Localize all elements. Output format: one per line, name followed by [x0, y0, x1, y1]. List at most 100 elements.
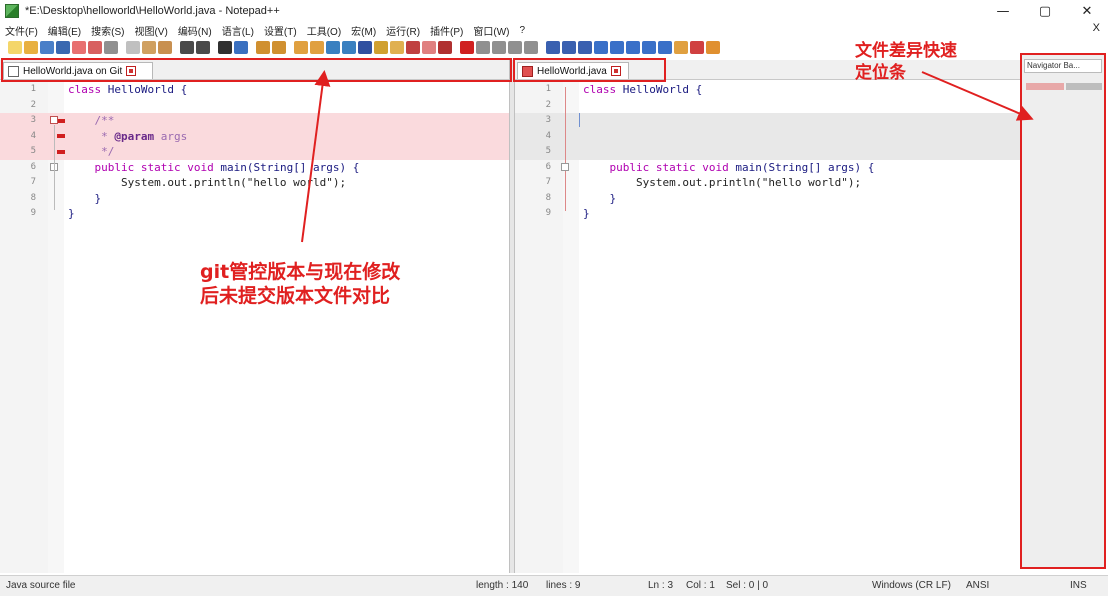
line-number: 1 [30, 84, 36, 94]
menu-tools[interactable]: 工具(O) [302, 23, 346, 38]
fold-toggle-icon[interactable] [50, 116, 58, 124]
play-macro-icon[interactable] [492, 40, 506, 54]
new-file-icon[interactable] [8, 40, 22, 54]
sync-h-icon[interactable] [310, 40, 324, 54]
settings-icon[interactable] [674, 40, 688, 54]
maximize-button[interactable]: ▢ [1024, 0, 1066, 22]
navigator-icon[interactable] [658, 40, 672, 54]
status-col: Col : 1 [686, 580, 715, 591]
line-number: 3 [545, 115, 551, 125]
code-line: 9 } [0, 206, 509, 222]
redo-icon[interactable] [196, 40, 210, 54]
copy-icon[interactable] [142, 40, 156, 54]
show-all-icon[interactable] [342, 40, 356, 54]
line-number: 4 [545, 130, 551, 141]
zoom-out-icon[interactable] [272, 40, 286, 54]
menu-edit[interactable]: 编辑(E) [43, 23, 86, 38]
code-text: * @param args [68, 129, 188, 143]
menu-window[interactable]: 窗口(W) [468, 23, 514, 38]
sync-v-icon[interactable] [294, 40, 308, 54]
doc-map-icon[interactable] [390, 40, 404, 54]
minimize-button[interactable]: — [982, 0, 1024, 22]
annotation-label-right: 文件差异快速 定位条 [855, 40, 957, 84]
annotation-line: 文件差异快速 [855, 41, 957, 61]
line-number: 2 [30, 99, 36, 110]
wrap-icon[interactable] [326, 40, 340, 54]
menu-bar: 文件(F) 编辑(E) 搜索(S) 视图(V) 编码(N) 语言(L) 设置(T… [0, 22, 1108, 38]
diff-marker-icon [57, 150, 65, 154]
save-macro-icon[interactable] [524, 40, 538, 54]
prev-diff-icon[interactable] [594, 40, 608, 54]
paste-icon[interactable] [158, 40, 172, 54]
code-text: System.out.println("hello world"); [583, 176, 862, 189]
line-number: 6 [545, 161, 551, 172]
annotation-label-left: git管控版本与现在修改 后未提交版本文件对比 [200, 260, 400, 308]
line-number: 7 [30, 177, 36, 187]
compare-svn-icon[interactable] [578, 40, 592, 54]
folder-workspace-icon[interactable] [422, 40, 436, 54]
line-number: 9 [30, 208, 36, 218]
udl-icon[interactable] [374, 40, 388, 54]
close-button[interactable]: ✕ [1066, 0, 1108, 22]
function-list-icon[interactable] [406, 40, 420, 54]
plugin-extra-icon[interactable] [706, 40, 720, 54]
find-icon[interactable] [218, 40, 232, 54]
menu-macro[interactable]: 宏(M) [346, 23, 381, 38]
code-text: */ [68, 145, 115, 158]
code-text: class HelloWorld { [583, 83, 703, 96]
stop-macro-icon[interactable] [476, 40, 490, 54]
menu-run[interactable]: 运行(R) [381, 23, 425, 38]
code-text: public static void main(String[] args) { [609, 160, 875, 174]
cut-icon[interactable] [126, 40, 140, 54]
code-text: } [68, 207, 75, 220]
menu-settings[interactable]: 设置(T) [259, 23, 302, 38]
status-ln: Ln : 3 [648, 580, 674, 591]
compare-icon[interactable] [546, 40, 560, 54]
annotation-line: git管控版本与现在修改 [200, 261, 401, 283]
fold-toggle-icon[interactable] [561, 163, 569, 171]
indent-guide-icon[interactable] [358, 40, 372, 54]
removed-line: 4 * @param args [0, 128, 509, 144]
menu-plugins[interactable]: 插件(P) [425, 23, 468, 38]
next-diff-icon[interactable] [642, 40, 656, 54]
line-number: 7 [545, 177, 551, 187]
heart-icon[interactable] [690, 40, 704, 54]
line-number: 2 [545, 99, 551, 110]
menu-encoding[interactable]: 编码(N) [173, 23, 217, 38]
line-number: 3 [30, 115, 36, 125]
menu-view[interactable]: 视图(V) [129, 23, 172, 38]
code-line: 7 System.out.println("hello world"); [515, 175, 1020, 191]
replace-icon[interactable] [234, 40, 248, 54]
record-macro-icon[interactable] [460, 40, 474, 54]
code-line: 8 } [515, 191, 1020, 207]
right-editor-pane[interactable]: 1 class HelloWorld { 2 3 4 5 6 public st… [515, 81, 1020, 573]
code-line: 2 [515, 98, 1020, 114]
annotation-line: 定位条 [855, 63, 906, 83]
close-all-icon[interactable] [88, 40, 102, 54]
close-file-icon[interactable] [72, 40, 86, 54]
code-text: class HelloWorld { [68, 83, 188, 96]
save-all-icon[interactable] [56, 40, 70, 54]
menu-help[interactable]: ? [515, 25, 531, 36]
menu-language[interactable]: 语言(L) [217, 23, 259, 38]
save-icon[interactable] [40, 40, 54, 54]
removed-line: 3 /** [0, 113, 509, 129]
menu-file[interactable]: 文件(F) [0, 23, 43, 38]
undo-icon[interactable] [180, 40, 194, 54]
status-sel: Sel : 0 | 0 [726, 580, 769, 591]
monitoring-icon[interactable] [438, 40, 452, 54]
close-document-button[interactable]: X [1093, 22, 1100, 34]
up-icon[interactable] [610, 40, 624, 54]
line-number: 8 [30, 192, 36, 203]
removed-line: 5 */ [0, 144, 509, 160]
run-macro-multi-icon[interactable] [508, 40, 522, 54]
down-icon[interactable] [626, 40, 640, 54]
menu-search[interactable]: 搜索(S) [86, 23, 129, 38]
print-icon[interactable] [104, 40, 118, 54]
placeholder-line: 4 [515, 128, 1020, 144]
open-file-icon[interactable] [24, 40, 38, 54]
compare-git-icon[interactable] [562, 40, 576, 54]
code-text: System.out.println("hello world"); [68, 176, 347, 189]
left-editor-pane[interactable]: 1 class HelloWorld { 2 3 /** 4 * @param … [0, 81, 509, 573]
zoom-in-icon[interactable] [256, 40, 270, 54]
